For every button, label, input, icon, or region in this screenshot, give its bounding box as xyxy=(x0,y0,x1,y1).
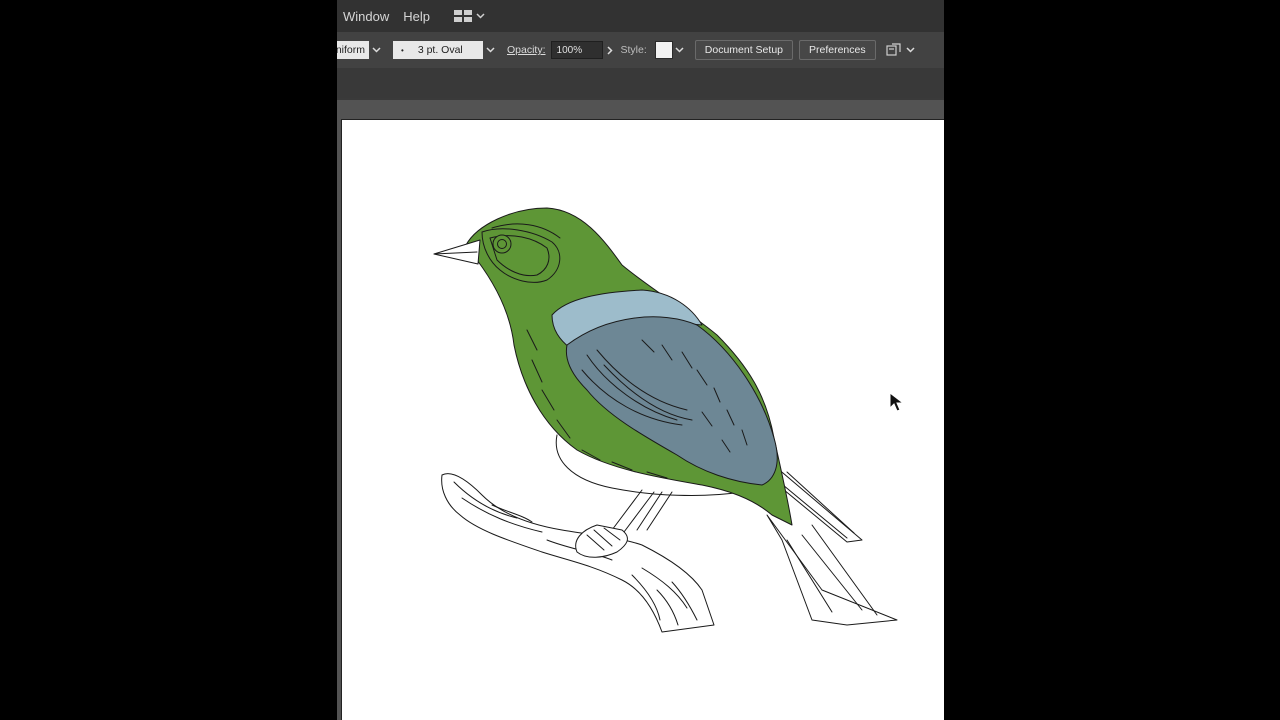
chevron-right-icon xyxy=(606,45,613,55)
preferences-button[interactable]: Preferences xyxy=(799,40,876,60)
stroke-profile-value: Uniform xyxy=(337,44,365,56)
brush-name: 3 pt. Oval xyxy=(417,44,463,56)
chevron-down-icon xyxy=(675,47,684,53)
chevron-down-icon xyxy=(476,13,485,19)
chevron-down-icon xyxy=(371,47,381,53)
eye xyxy=(492,234,512,254)
tail-lower xyxy=(766,514,898,626)
menu-bar: Window Help xyxy=(337,0,944,32)
illustrator-window: Window Help Uniform • 3 pt. Oval xyxy=(337,0,944,720)
mouse-pointer-icon xyxy=(889,392,905,412)
control-bar: Uniform • 3 pt. Oval Opacity: 100% Style… xyxy=(337,32,944,68)
preferences-label: Preferences xyxy=(809,44,866,56)
legs xyxy=(611,489,673,533)
chevron-down-icon xyxy=(485,47,495,53)
brush-dropdown[interactable] xyxy=(483,41,497,59)
style-label: Style: xyxy=(620,44,647,56)
opacity-value: 100% xyxy=(556,44,583,56)
pasteboard xyxy=(337,100,944,720)
arrange-documents[interactable] xyxy=(886,43,915,57)
document-setup-button[interactable]: Document Setup xyxy=(694,40,793,60)
opacity-label[interactable]: Opacity: xyxy=(507,44,546,56)
document-tab-bar xyxy=(337,68,944,98)
brush-dot: • xyxy=(401,45,404,55)
opacity-field[interactable]: 100% xyxy=(550,41,603,59)
style-dropdown[interactable] xyxy=(673,41,687,59)
stroke-profile-dropdown[interactable] xyxy=(369,41,383,59)
artboard[interactable] xyxy=(341,119,944,720)
stroke-profile-field[interactable]: Uniform xyxy=(337,41,369,59)
arrange-documents-icon xyxy=(886,43,901,56)
document-setup-label: Document Setup xyxy=(704,44,783,56)
graphic-style-swatch[interactable] xyxy=(654,41,673,59)
opacity-flyout-arrow[interactable] xyxy=(603,41,617,59)
brush-definition-field[interactable]: • 3 pt. Oval xyxy=(393,41,483,59)
menu-window[interactable]: Window xyxy=(343,9,389,24)
workspace-switcher[interactable] xyxy=(454,10,485,22)
menu-help[interactable]: Help xyxy=(403,9,430,24)
chevron-down-icon xyxy=(906,47,915,53)
workspace-layout-icon xyxy=(454,10,472,22)
bird-on-branch-illustration xyxy=(433,207,898,633)
